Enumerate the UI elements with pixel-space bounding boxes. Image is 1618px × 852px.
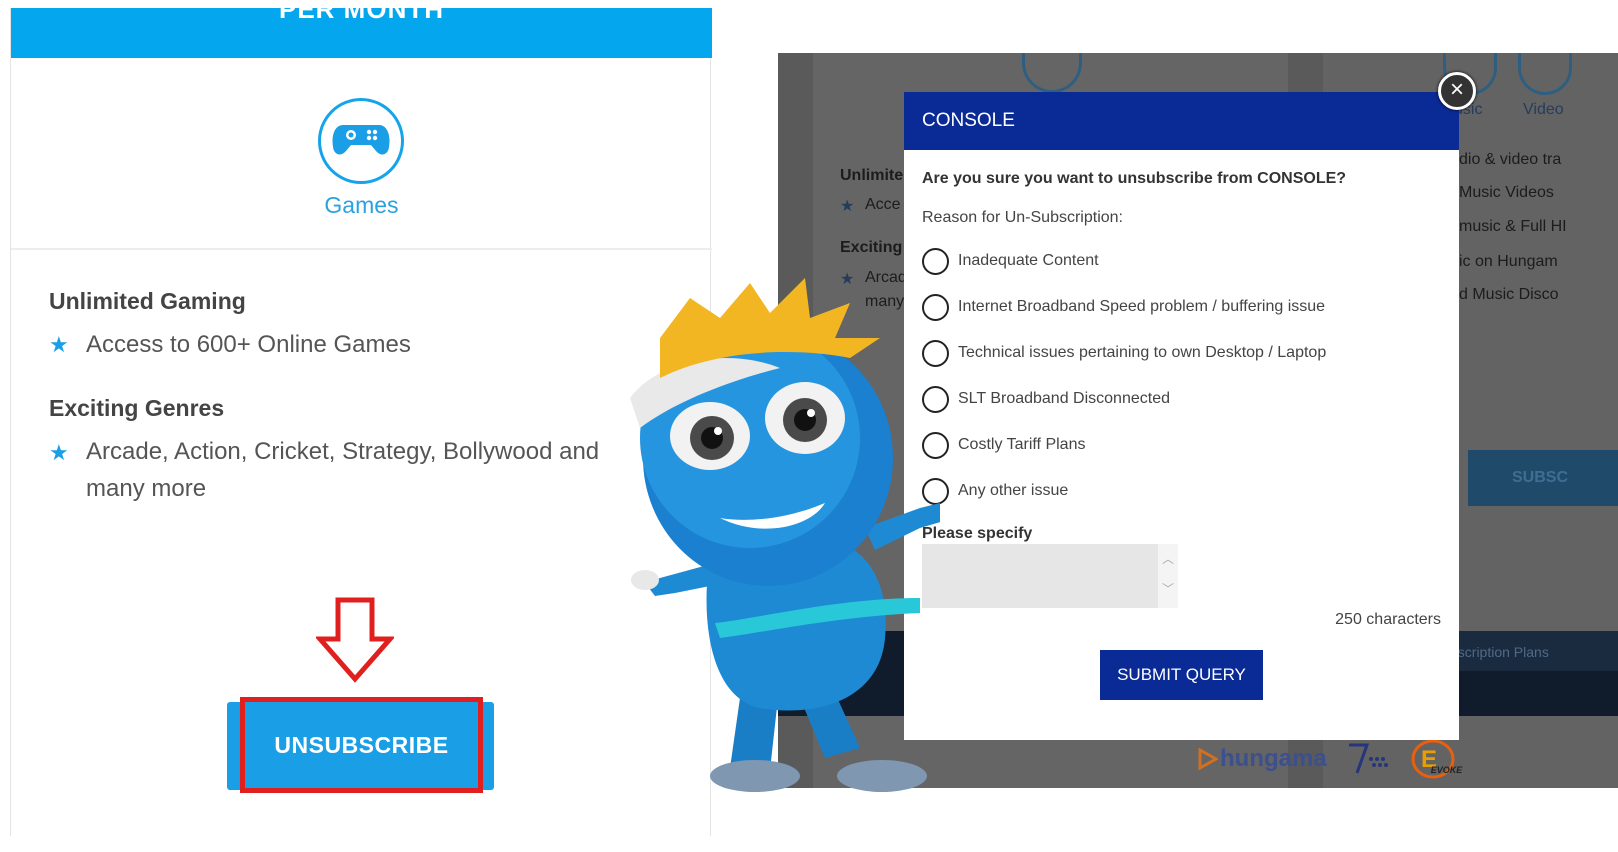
evoke-logo-text: EVOKE bbox=[1430, 765, 1463, 775]
bg-text: music & Full HI bbox=[1459, 218, 1567, 235]
modal-header: CONSOLE bbox=[904, 92, 1459, 150]
bg-text: Music Videos bbox=[1459, 184, 1554, 201]
games-icon bbox=[318, 98, 404, 184]
bg-text: Acce bbox=[865, 196, 901, 213]
char-counter: 250 characters bbox=[1335, 611, 1441, 628]
scroll-down-icon[interactable]: ﹀ bbox=[1158, 574, 1178, 604]
feature-title-genres: Exciting Genres bbox=[49, 395, 225, 421]
games-label: Games bbox=[324, 192, 399, 218]
unsubscribe-button[interactable]: UNSUBSCRIBE bbox=[240, 697, 483, 793]
reason-option-costly-tariff[interactable]: Costly Tariff Plans bbox=[922, 430, 1085, 460]
bg-text: ic on Hungam bbox=[1459, 253, 1558, 270]
textarea-scrollbar[interactable]: ︿ ﹀ bbox=[1158, 544, 1178, 608]
feature-title-gaming: Unlimited Gaming bbox=[49, 288, 246, 314]
unsubscribe-modal: CONSOLE Are you sure you want to unsubsc… bbox=[904, 92, 1459, 740]
feature-item-genres: Arcade, Action, Cricket, Strategy, Bolly… bbox=[86, 438, 600, 502]
close-icon[interactable]: × bbox=[1438, 72, 1476, 110]
star-icon: ★ bbox=[840, 198, 855, 215]
reason-option-other[interactable]: Any other issue bbox=[922, 476, 1068, 506]
partner-logos: hungama E EVOKE bbox=[1198, 735, 1463, 783]
hungama-logo-text: hungama bbox=[1220, 745, 1327, 772]
reason-option-label: Costly Tariff Plans bbox=[958, 436, 1086, 453]
divider bbox=[11, 248, 712, 250]
slt-logo-icon bbox=[1348, 743, 1388, 774]
reason-label: Reason for Un-Subscription: bbox=[922, 209, 1123, 226]
bg-heading: Exciting bbox=[840, 239, 903, 256]
reason-option-label: Technical issues pertaining to own Deskt… bbox=[958, 344, 1327, 361]
reason-option-label: SLT Broadband Disconnected bbox=[958, 390, 1170, 407]
mascot-character bbox=[630, 278, 940, 792]
price-banner: PER MONTH bbox=[11, 8, 712, 58]
submit-query-button[interactable]: SUBMIT QUERY bbox=[1100, 650, 1263, 700]
star-icon: ★ bbox=[49, 332, 69, 357]
bg-text: d Music Disco bbox=[1459, 286, 1559, 303]
reason-option-label: Inadequate Content bbox=[958, 252, 1099, 269]
star-icon: ★ bbox=[49, 440, 69, 465]
feature-item-games: Access to 600+ Online Games bbox=[86, 331, 411, 358]
reason-option-label: Internet Broadband Speed problem / buffe… bbox=[958, 298, 1326, 315]
bg-heading: Unlimite bbox=[840, 167, 904, 184]
confirm-question: Are you sure you want to unsubscribe fro… bbox=[922, 170, 1347, 187]
price-banner-text: PER MONTH bbox=[279, 8, 444, 24]
modal-title: CONSOLE bbox=[922, 110, 1015, 131]
reason-option-broadband-speed[interactable]: Internet Broadband Speed problem / buffe… bbox=[922, 292, 1325, 322]
reason-option-label: Any other issue bbox=[958, 482, 1069, 499]
hungama-logo: hungama bbox=[1198, 745, 1327, 773]
bg-tab-video: Video bbox=[1523, 101, 1564, 118]
bg-subscribe-button: SUBSC bbox=[1468, 450, 1618, 506]
reason-option-technical-issues[interactable]: Technical issues pertaining to own Deskt… bbox=[922, 338, 1326, 368]
reason-option-disconnected[interactable]: SLT Broadband Disconnected bbox=[922, 384, 1170, 414]
bg-text: dio & video tra bbox=[1459, 151, 1562, 168]
scroll-up-icon[interactable]: ︿ bbox=[1158, 544, 1178, 574]
radio-button[interactable] bbox=[922, 247, 949, 275]
down-arrow-icon bbox=[316, 597, 394, 683]
specify-textarea[interactable] bbox=[922, 544, 1158, 608]
bg-subscription-plans: bscription Plans bbox=[1450, 644, 1549, 660]
evoke-logo: E EVOKE bbox=[1409, 737, 1463, 781]
reason-option-inadequate-content[interactable]: Inadequate Content bbox=[922, 246, 1099, 276]
